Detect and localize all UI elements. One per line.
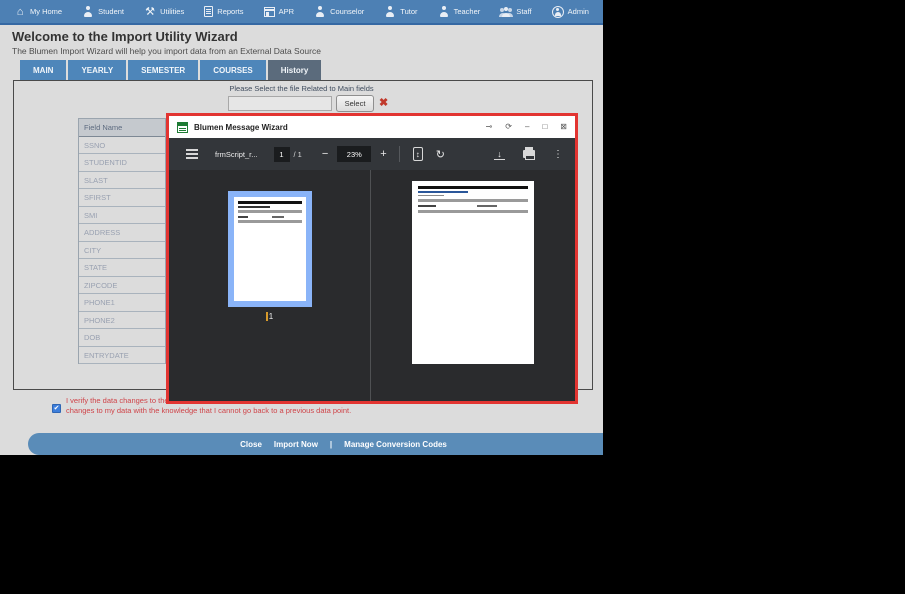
nav-item-label: My Home xyxy=(30,7,63,16)
more-options-icon[interactable]: ⋮ xyxy=(553,149,563,160)
select-file-button[interactable]: Select xyxy=(336,95,374,112)
zoom-in-button[interactable]: + xyxy=(380,148,386,160)
nav-item-admin[interactable]: Admin xyxy=(551,5,589,18)
people-icon xyxy=(500,6,512,18)
footer-action-bar: Close Import Now | Manage Conversion Cod… xyxy=(28,433,603,455)
person-circle-icon xyxy=(551,5,564,18)
toolbar-divider xyxy=(398,146,400,162)
manage-conversion-codes-button[interactable]: Manage Conversion Codes xyxy=(344,440,447,449)
field-row[interactable]: ENTRYDATE xyxy=(79,347,165,364)
nav-item-label: Student xyxy=(98,7,125,16)
dialog-title: Blumen Message Wizard xyxy=(194,122,288,132)
page-title: Welcome to the Import Utility Wizard xyxy=(12,29,238,44)
zoom-level: 23% xyxy=(337,146,372,162)
nav-item-label: Admin xyxy=(567,7,589,16)
minimize-icon[interactable]: – xyxy=(525,122,529,132)
tab-history[interactable]: History xyxy=(267,60,322,80)
refresh-icon[interactable]: ⟳ xyxy=(505,122,512,132)
pdf-filename: frmScript_r... xyxy=(215,149,258,159)
person-icon xyxy=(438,5,450,18)
tab-main[interactable]: MAIN xyxy=(20,60,67,80)
field-row[interactable]: PHONE1 xyxy=(79,294,165,312)
page-total-label: / 1 xyxy=(293,149,302,159)
document-view-panel[interactable] xyxy=(371,170,575,401)
nav-item-label: Teacher xyxy=(453,7,481,16)
screen: ⌂ My Home Student ⚒ Utilities Reports AP… xyxy=(0,0,905,594)
maximize-icon[interactable]: □ xyxy=(542,122,547,132)
field-mapping-table: Field Name SSNO STUDENTID SLAST SFIRST SMI AD… xyxy=(78,118,166,364)
document-page xyxy=(412,181,534,364)
nav-item-student[interactable]: Student xyxy=(82,5,125,18)
pdf-toolbar: frmScript_r... / 1 − 23% + ↕ ↻ ↓ ⋮ xyxy=(169,138,575,170)
person-icon xyxy=(384,5,396,18)
footer-separator: | xyxy=(329,439,333,449)
verify-line2: changes to my data with the knowledge th… xyxy=(66,405,352,415)
nav-item-label: Staff xyxy=(516,7,532,16)
window-icon xyxy=(263,6,275,17)
file-path-input[interactable] xyxy=(228,96,332,111)
pdf-viewer-body: 1 xyxy=(169,170,575,401)
field-row[interactable]: SMI xyxy=(79,207,165,224)
pin-icon[interactable]: ⊸ xyxy=(486,122,493,132)
tab-semester[interactable]: SEMESTER xyxy=(128,60,199,80)
nav-item-teacher[interactable]: Teacher xyxy=(438,5,481,18)
field-row[interactable]: PHONE2 xyxy=(79,312,165,329)
field-row[interactable]: STATE xyxy=(79,259,165,277)
thumbnail-page-preview xyxy=(233,197,306,301)
field-row[interactable]: SFIRST xyxy=(79,189,165,207)
zoom-out-button[interactable]: − xyxy=(322,148,328,160)
window-controls: ⊸ ⟳ – □ ⊠ xyxy=(486,122,567,132)
nav-item-counselor[interactable]: Counselor xyxy=(314,5,365,18)
nav-item-label: APR xyxy=(278,7,295,16)
field-row[interactable]: CITY xyxy=(79,242,165,259)
field-row[interactable]: STUDENTID xyxy=(79,154,165,172)
app-window: ⌂ My Home Student ⚒ Utilities Reports AP… xyxy=(0,0,603,455)
nav-item-tutor[interactable]: Tutor xyxy=(384,5,418,18)
download-icon[interactable]: ↓ xyxy=(494,149,505,160)
nav-item-label: Tutor xyxy=(400,7,418,16)
nav-item-label: Counselor xyxy=(330,7,365,16)
field-row[interactable]: SLAST xyxy=(79,172,165,189)
rotate-icon[interactable]: ↻ xyxy=(436,148,445,161)
close-icon[interactable]: ⊠ xyxy=(560,122,567,132)
field-row[interactable]: SSNO xyxy=(79,137,165,154)
tab-yearly[interactable]: YEARLY xyxy=(68,60,127,80)
dialog-title-bar[interactable]: Blumen Message Wizard ⊸ ⟳ – □ ⊠ xyxy=(169,116,575,138)
close-button[interactable]: Close xyxy=(240,440,262,449)
fit-to-page-icon[interactable]: ↕ xyxy=(412,147,423,161)
nav-item-label: Utilities xyxy=(160,7,185,16)
page-number-input[interactable] xyxy=(273,146,290,162)
print-icon[interactable] xyxy=(523,147,535,160)
field-table-header: Field Name xyxy=(79,119,165,137)
wizard-tabs: MAIN YEARLY SEMESTER COURSES History xyxy=(20,60,322,80)
nav-item-label: Reports xyxy=(217,7,244,16)
page-thumbnail[interactable] xyxy=(227,191,312,307)
nav-item-apr[interactable]: APR xyxy=(263,6,295,17)
person-icon xyxy=(314,5,326,18)
person-icon xyxy=(82,5,94,18)
report-icon xyxy=(204,6,214,17)
text-cursor xyxy=(265,312,268,321)
page-subtitle: The Blumen Import Wizard will help you i… xyxy=(12,46,321,56)
verify-checkbox[interactable]: ✔ xyxy=(52,404,61,413)
file-select-prompt: Please Select the file Related to Main f… xyxy=(229,84,374,93)
field-row[interactable]: ADDRESS xyxy=(79,224,165,242)
nav-item-staff[interactable]: Staff xyxy=(500,6,532,18)
thumbnail-panel: 1 xyxy=(169,170,371,401)
import-now-button[interactable]: Import Now xyxy=(274,440,318,449)
tools-icon: ⚒ xyxy=(145,5,155,18)
tab-courses[interactable]: COURSES xyxy=(200,60,266,80)
thumbnail-page-number: 1 xyxy=(265,312,273,321)
remove-file-icon[interactable]: ✖ xyxy=(379,97,388,109)
nav-item-utilities[interactable]: ⚒ Utilities xyxy=(144,6,184,18)
home-icon: ⌂ xyxy=(16,5,24,18)
nav-item-my-home[interactable]: ⌂ My Home xyxy=(14,6,62,18)
nav-item-reports[interactable]: Reports xyxy=(204,6,244,17)
blumen-message-wizard-dialog: Blumen Message Wizard ⊸ ⟳ – □ ⊠ frmScrip… xyxy=(166,113,578,404)
report-form-icon xyxy=(177,121,188,133)
menu-icon[interactable] xyxy=(186,153,198,155)
top-nav: ⌂ My Home Student ⚒ Utilities Reports AP… xyxy=(0,0,603,25)
field-row[interactable]: DOB xyxy=(79,329,165,347)
field-row[interactable]: ZIPCODE xyxy=(79,277,165,294)
